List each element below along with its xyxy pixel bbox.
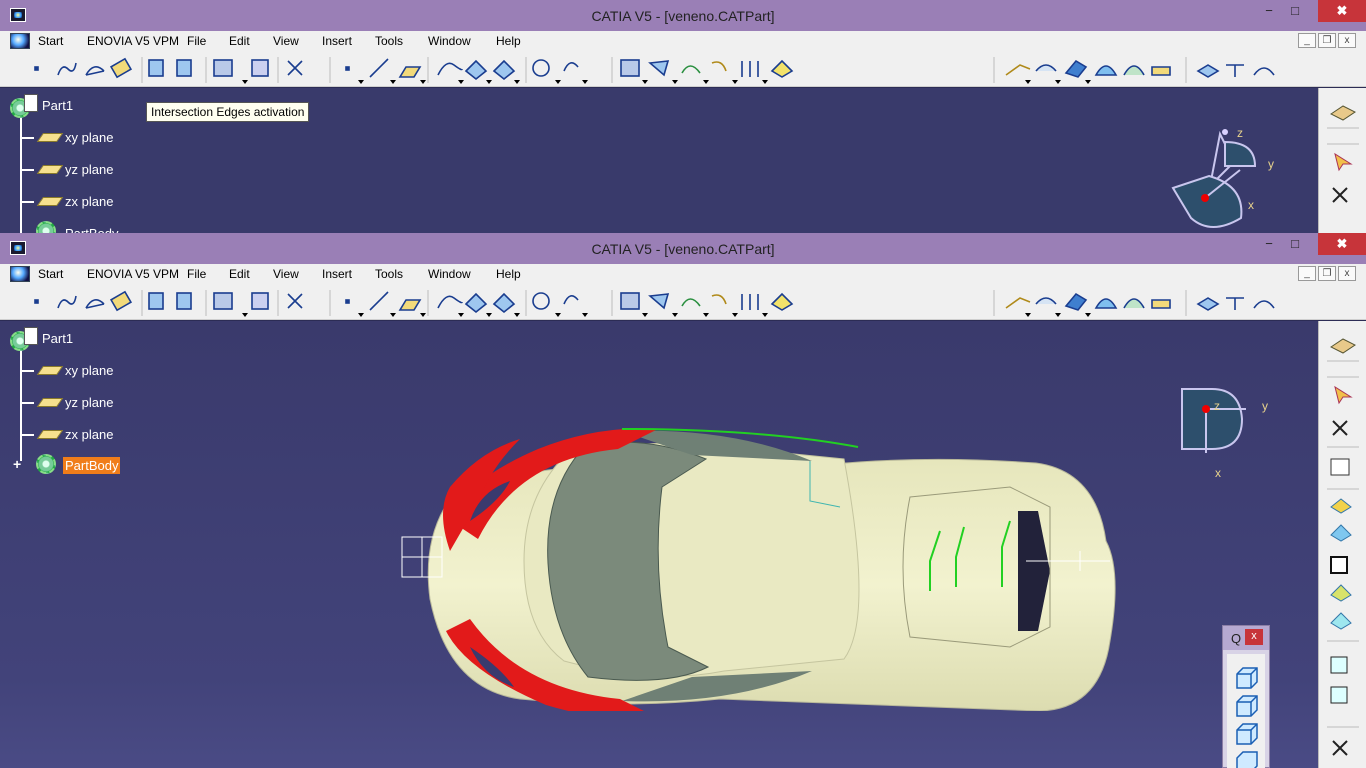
- right-toolbar-icons[interactable]: [1319, 88, 1366, 233]
- menu-view[interactable]: View: [273, 34, 299, 48]
- menu-window[interactable]: Window: [428, 34, 471, 48]
- toolbar-icons[interactable]: [0, 51, 1366, 87]
- tree-partbody[interactable]: PartBody: [63, 457, 121, 474]
- menu-tools[interactable]: Tools: [375, 267, 403, 281]
- compass-x-label: x: [1215, 466, 1221, 480]
- floating-toolbar-body: [1227, 654, 1265, 768]
- xy-plane-icon: [36, 133, 64, 142]
- tree-partbody[interactable]: PartBody: [65, 226, 118, 233]
- right-toolbar-icons[interactable]: [1319, 321, 1366, 768]
- tree-branch: [20, 434, 34, 436]
- title-bar[interactable]: CATIA V5 - [veneno.CATPart] − □ ✖: [0, 233, 1366, 264]
- mdi-restore-button[interactable]: ❐: [1318, 266, 1336, 281]
- tree-branch: [20, 169, 34, 171]
- menu-tools[interactable]: Tools: [375, 34, 403, 48]
- menu-enovia[interactable]: ENOVIA V5 VPM: [87, 34, 179, 48]
- mdi-close-button[interactable]: x: [1338, 33, 1356, 48]
- window-title: CATIA V5 - [veneno.CATPart]: [591, 241, 775, 257]
- tree-part1-label[interactable]: Part1: [42, 98, 73, 113]
- menu-enovia[interactable]: ENOVIA V5 VPM: [87, 267, 179, 281]
- tree-zx-plane[interactable]: zx plane: [65, 427, 113, 442]
- zx-plane-icon: [36, 197, 64, 206]
- compass-y-label: y: [1262, 399, 1268, 413]
- tree-xy-plane[interactable]: xy plane: [65, 363, 113, 378]
- catia-logo-icon[interactable]: [10, 33, 30, 49]
- car-model[interactable]: [390, 401, 1150, 711]
- toolbar: [0, 51, 1366, 87]
- menu-start[interactable]: Start: [38, 267, 63, 281]
- compass-z-label: z: [1237, 126, 1243, 140]
- mdi-close-button[interactable]: x: [1338, 266, 1356, 281]
- close-button[interactable]: ✖: [1318, 233, 1366, 255]
- compass-z-label: z: [1214, 399, 1220, 413]
- menu-window[interactable]: Window: [428, 267, 471, 281]
- tree-yz-plane[interactable]: yz plane: [65, 395, 113, 410]
- window-title: CATIA V5 - [veneno.CATPart]: [591, 8, 775, 24]
- menu-help[interactable]: Help: [496, 267, 521, 281]
- floating-toolbar[interactable]: Q x: [1222, 625, 1270, 768]
- menu-view[interactable]: View: [273, 267, 299, 281]
- menu-edit[interactable]: Edit: [229, 34, 250, 48]
- xy-plane-icon: [36, 366, 64, 375]
- tree-branch: [20, 201, 34, 203]
- tree-zx-plane[interactable]: zx plane: [65, 194, 113, 209]
- menu-file[interactable]: File: [187, 267, 206, 281]
- compass-x-label: x: [1248, 198, 1254, 212]
- menu-edit[interactable]: Edit: [229, 267, 250, 281]
- tree-yz-plane[interactable]: yz plane: [65, 162, 113, 177]
- tree-line: [20, 118, 22, 233]
- menu-bar: Start ENOVIA V5 VPM File Edit View Inser…: [0, 31, 1366, 51]
- menu-start[interactable]: Start: [38, 34, 63, 48]
- mdi-restore-button[interactable]: ❐: [1318, 33, 1336, 48]
- right-toolbar: [1318, 321, 1366, 768]
- floating-toolbar-icons[interactable]: [1227, 654, 1265, 768]
- floating-toolbar-close-button[interactable]: x: [1245, 629, 1263, 645]
- tree-branch: [20, 370, 34, 372]
- part-doc-icon: [24, 327, 38, 345]
- tree-part1-label[interactable]: Part1: [42, 331, 73, 346]
- tree-branch: [20, 137, 34, 139]
- floating-toolbar-label: Q: [1231, 631, 1242, 646]
- title-bar[interactable]: CATIA V5 - [veneno.CATPart] − □ ✖: [0, 0, 1366, 31]
- maximize-button[interactable]: □: [1278, 233, 1312, 255]
- right-toolbar: [1318, 88, 1366, 233]
- menu-file[interactable]: File: [187, 34, 206, 48]
- floating-toolbar-header[interactable]: Q x: [1223, 626, 1269, 650]
- menu-bar: Start ENOVIA V5 VPM File Edit View Inser…: [0, 264, 1366, 284]
- menu-insert[interactable]: Insert: [322, 34, 352, 48]
- tree-branch: [20, 402, 34, 404]
- compass-widget[interactable]: [1165, 124, 1295, 233]
- compass-widget[interactable]: [1180, 387, 1260, 467]
- mdi-minimize-button[interactable]: _: [1298, 266, 1316, 281]
- tree-line: [20, 351, 22, 461]
- close-button[interactable]: ✖: [1318, 0, 1366, 22]
- maximize-button[interactable]: □: [1278, 0, 1312, 22]
- toolbar-icons[interactable]: [0, 284, 1366, 320]
- yz-plane-icon: [36, 165, 64, 174]
- compass-y-label: y: [1268, 157, 1274, 171]
- mdi-minimize-button[interactable]: _: [1298, 33, 1316, 48]
- catia-window-bottom: CATIA V5 - [veneno.CATPart] − □ ✖ Start …: [0, 233, 1366, 768]
- menu-help[interactable]: Help: [496, 34, 521, 48]
- part-doc-icon: [24, 94, 38, 112]
- partbody-gear-icon: [36, 221, 56, 233]
- toolbar: [0, 284, 1366, 320]
- tree-xy-plane[interactable]: xy plane: [65, 130, 113, 145]
- catia-logo-icon[interactable]: [10, 266, 30, 282]
- yz-plane-icon: [36, 398, 64, 407]
- partbody-gear-icon: [36, 454, 56, 474]
- 3d-viewport[interactable]: Part1 xy plane yz plane zx plane + PartB…: [0, 321, 1318, 768]
- expand-plus-icon[interactable]: +: [13, 456, 21, 472]
- menu-insert[interactable]: Insert: [322, 267, 352, 281]
- zx-plane-icon: [36, 430, 64, 439]
- tooltip: Intersection Edges activation: [146, 102, 310, 122]
